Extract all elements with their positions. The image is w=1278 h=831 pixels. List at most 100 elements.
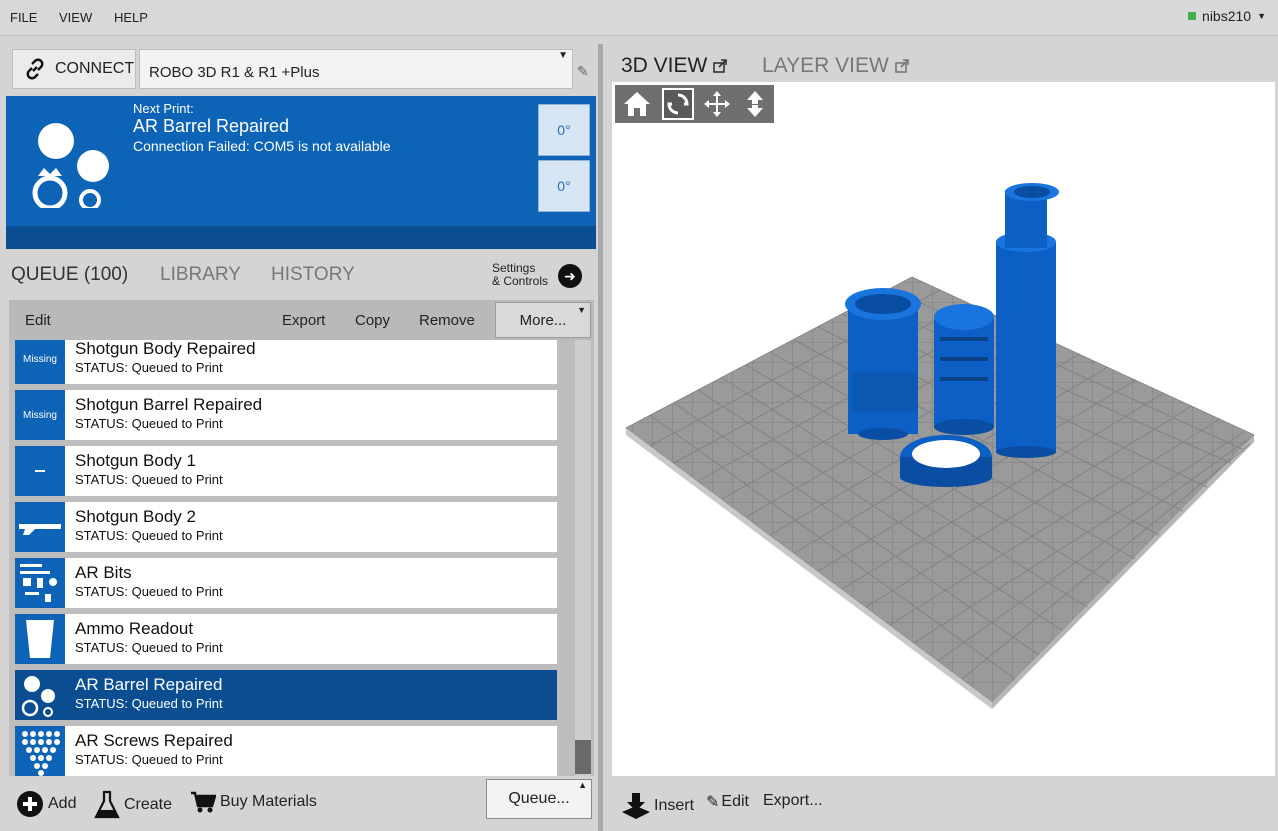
tab-history[interactable]: HISTORY <box>271 264 355 286</box>
item-status: STATUS: Queued to Print <box>75 528 223 543</box>
item-name: AR Bits <box>75 563 132 582</box>
item-status: STATUS: Queued to Print <box>75 416 223 431</box>
chevron-up-icon: ▲ <box>578 780 587 790</box>
tab-library[interactable]: LIBRARY <box>160 264 241 286</box>
user-menu[interactable]: nibs210 ▼ <box>1188 8 1266 24</box>
ar-bits-thumb-icon <box>20 564 57 602</box>
export-model-label: Export... <box>763 792 823 809</box>
move-icon <box>704 91 730 117</box>
home-view-button[interactable] <box>621 88 653 120</box>
rotate-icon <box>667 93 689 115</box>
item-status: STATUS: Queued to Print <box>75 584 223 599</box>
print-bed-scene <box>625 183 1255 709</box>
remove-button[interactable]: Remove <box>419 312 475 329</box>
long-barrel-model <box>996 183 1059 458</box>
online-status-icon <box>1188 12 1197 20</box>
item-name: Shotgun Body 1 <box>75 451 196 470</box>
popout-icon[interactable] <box>895 59 909 73</box>
translate-view-button[interactable] <box>701 88 733 120</box>
ring-model <box>900 435 992 487</box>
home-icon <box>624 92 650 116</box>
rotate-view-button[interactable] <box>662 88 694 120</box>
printer-name: ROBO 3D R1 & R1 +Plus <box>149 64 320 81</box>
status-progress-strip <box>6 226 596 249</box>
buy-materials-button[interactable]: Buy Materials <box>190 790 317 814</box>
edit-printer-icon[interactable]: ✎ <box>577 63 589 80</box>
queue-menu-label: Queue... <box>508 790 570 807</box>
queue-scrollbar[interactable] <box>575 340 591 776</box>
queue-item[interactable]: Shotgun Body 2 STATUS: Queued to Print <box>15 502 557 552</box>
queue-bottom-bar: Add Create Buy Materials Queue... ▲ <box>6 776 598 831</box>
queue-item[interactable]: AR Bits STATUS: Queued to Print <box>15 558 557 608</box>
tab-layer-view[interactable]: LAYER VIEW <box>762 54 909 78</box>
link-icon <box>26 58 44 80</box>
item-name: Shotgun Body Repaired <box>75 340 256 358</box>
queue-item-selected[interactable]: AR Barrel Repaired STATUS: Queued to Pri… <box>15 670 557 720</box>
menu-view[interactable]: VIEW <box>59 10 92 25</box>
extruder-temp[interactable]: 0° <box>538 104 590 156</box>
connect-button[interactable]: CONNECT <box>12 49 136 89</box>
create-label: Create <box>124 796 173 813</box>
barrel-model-left <box>845 288 921 440</box>
create-button[interactable]: Create <box>94 790 172 820</box>
scrollbar-thumb[interactable] <box>575 740 591 774</box>
insert-icon <box>622 793 650 819</box>
item-thumbnail: Missing <box>15 340 65 384</box>
add-label: Add <box>48 795 77 812</box>
more-label: More... <box>519 311 567 329</box>
ar-barrel-thumb-icon <box>21 676 55 717</box>
bed-temp[interactable]: 0° <box>538 160 590 212</box>
user-name: nibs210 <box>1202 8 1252 24</box>
panel-splitter[interactable] <box>598 44 603 831</box>
export-model-button[interactable]: Export... <box>763 792 823 810</box>
queue-item[interactable]: Missing Shotgun Barrel Repaired STATUS: … <box>15 390 557 440</box>
queue-list: Missing Shotgun Body Repaired STATUS: Qu… <box>9 340 594 776</box>
printer-select[interactable]: ROBO 3D R1 & R1 +Plus ▼ <box>139 49 573 89</box>
item-thumbnail <box>15 614 65 664</box>
viewport-toolbar <box>615 85 774 123</box>
menu-help[interactable]: HELP <box>114 10 148 25</box>
pencil-icon: ✎ <box>706 794 720 811</box>
menu-bar: FILE VIEW HELP nibs210 ▼ <box>0 0 1278 36</box>
tab-queue[interactable]: QUEUE (100) <box>11 264 128 286</box>
queue-item[interactable]: Shotgun Body 1 STATUS: Queued to Print <box>15 446 557 496</box>
queue-toolbar: Edit Export Copy Remove More... ▼ <box>9 300 594 340</box>
tab-3d-view-label: 3D VIEW <box>621 54 708 77</box>
insert-label: Insert <box>654 797 695 814</box>
arrow-right-icon[interactable]: ➜ <box>558 264 582 288</box>
edit-model-label: Edit <box>721 793 749 810</box>
queue-item[interactable]: Missing Shotgun Body Repaired STATUS: Qu… <box>15 340 557 384</box>
more-button[interactable]: More... ▼ <box>495 302 591 338</box>
connect-label: CONNECT <box>55 60 135 77</box>
export-button[interactable]: Export <box>282 312 325 329</box>
shotgun-thumb-icon <box>19 524 61 535</box>
edit-model-button[interactable]: ✎ Edit <box>706 792 749 812</box>
printer-status-panel: Next Print: AR Barrel Repaired Connectio… <box>6 96 596 249</box>
insert-button[interactable]: Insert <box>620 792 694 820</box>
edit-button[interactable]: Edit <box>25 312 51 329</box>
ammo-readout-thumb-icon <box>26 620 54 658</box>
connection-status: Connection Failed: COM5 is not available <box>133 138 391 154</box>
add-button[interactable]: Add <box>16 790 76 818</box>
queue-item[interactable]: AR Screws Repaired STATUS: Queued to Pri… <box>15 726 557 776</box>
item-thumbnail <box>15 502 65 552</box>
item-thumbnail <box>15 726 65 776</box>
zoom-view-button[interactable] <box>739 88 771 120</box>
menu-file[interactable]: FILE <box>10 10 37 25</box>
popout-icon[interactable] <box>713 59 728 73</box>
tab-3d-view[interactable]: 3D VIEW <box>621 54 728 78</box>
item-thumbnail <box>15 670 65 720</box>
queue-menu-button[interactable]: Queue... ▲ <box>486 779 592 819</box>
settings-controls-link[interactable]: Settings & Controls <box>492 262 548 288</box>
3d-viewport[interactable] <box>612 82 1275 776</box>
ar-screws-thumb-icon <box>22 731 60 776</box>
copy-button[interactable]: Copy <box>355 312 390 329</box>
queue-item[interactable]: Ammo Readout STATUS: Queued to Print <box>15 614 557 664</box>
zoom-arrows-icon <box>747 91 763 117</box>
item-name: Ammo Readout <box>75 619 194 638</box>
item-name: Shotgun Body 2 <box>75 507 196 526</box>
left-panel: CONNECT ROBO 3D R1 & R1 +Plus ▼ ✎ Next P… <box>6 36 598 831</box>
chevron-down-icon: ▼ <box>558 50 568 61</box>
item-thumbnail <box>15 558 65 608</box>
item-name: Shotgun Barrel Repaired <box>75 395 263 414</box>
